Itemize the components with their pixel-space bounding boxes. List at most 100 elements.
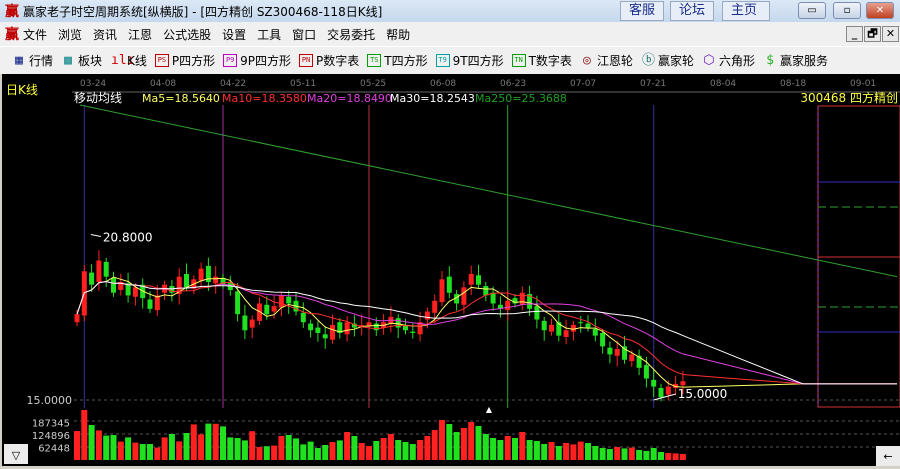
volume-bar xyxy=(183,433,190,460)
toolbar-blocks-button[interactable]: ▩ 板块 xyxy=(61,52,102,69)
menu-browse[interactable]: 浏览 xyxy=(58,26,82,43)
toolbar-label: 9T四方形 xyxy=(452,54,504,68)
candle-body xyxy=(483,286,489,296)
candle-body xyxy=(461,287,467,305)
customer-service-link[interactable]: 客服 xyxy=(620,1,665,21)
t9-icon: T9 xyxy=(435,54,450,67)
volume-bar xyxy=(227,437,234,460)
low-label: 15.0000 xyxy=(678,387,728,401)
menu-bar: 赢 文件 浏览 资讯 江恩 公式选股 设置 工具 窗口 交易委托 帮助 xyxy=(0,22,900,46)
date-tick: 04-08 xyxy=(150,79,176,89)
candle-body xyxy=(592,328,598,336)
volume-bar xyxy=(336,440,343,460)
menu-gann[interactable]: 江恩 xyxy=(128,26,152,43)
date-tick: 07-21 xyxy=(640,79,666,89)
indicator-title: 移动均线 xyxy=(74,91,122,105)
candles-icon: ılı xyxy=(111,53,135,68)
toolbar-dollar-button[interactable]: $ 赢家服务 xyxy=(763,52,828,69)
menu-file[interactable]: 文件 xyxy=(23,26,47,43)
toolbar-hexagon-button[interactable]: ⬡ 六角形 xyxy=(702,52,755,69)
toolbar-candles-button[interactable]: ılı K线 xyxy=(110,52,147,69)
menu-help[interactable]: 帮助 xyxy=(386,26,410,43)
toolbar-pn-button[interactable]: PN P数字表 xyxy=(299,52,359,69)
candle-body xyxy=(607,347,613,355)
ps-icon: PS xyxy=(154,54,169,67)
candle-body xyxy=(643,365,649,379)
volume-bar xyxy=(329,442,336,460)
candle-body xyxy=(570,324,576,332)
volume-bar xyxy=(81,410,88,460)
forum-link[interactable]: 论坛 xyxy=(670,1,715,21)
volume-bar xyxy=(650,448,657,460)
toolbar-gann-wheel-button[interactable]: ◎ 江恩轮 xyxy=(580,52,633,69)
candle-body xyxy=(410,331,416,333)
date-tick: 05-25 xyxy=(360,79,386,89)
volume-bar xyxy=(614,447,621,460)
menu-trade[interactable]: 交易委托 xyxy=(327,26,375,43)
volume-bar xyxy=(176,441,183,460)
candle-body xyxy=(286,296,292,304)
candle-body xyxy=(651,379,657,387)
cursor-marker: ▲ xyxy=(486,405,493,414)
toolbar-label: P数字表 xyxy=(316,54,360,68)
menu-settings[interactable]: 设置 xyxy=(222,26,246,43)
volume-bar xyxy=(103,435,110,460)
minimize-button[interactable]: ▭ xyxy=(798,2,826,19)
toolbar-ps-button[interactable]: PS P四方形 xyxy=(154,52,215,69)
candle-body xyxy=(322,334,328,339)
candle-body xyxy=(541,320,547,331)
candle-body xyxy=(600,332,606,347)
candle-body xyxy=(96,260,102,282)
volume-axis-label: 62448 xyxy=(38,444,70,455)
candle-body xyxy=(614,349,620,356)
toolbar-label: T四方形 xyxy=(384,54,428,68)
toolbar-p9-button[interactable]: P9 9P四方形 xyxy=(223,52,291,69)
ma250-line xyxy=(79,104,898,278)
volume-bar xyxy=(468,422,475,460)
volume-bar xyxy=(431,430,438,460)
toolbar-ts-button[interactable]: TS T四方形 xyxy=(367,52,428,69)
candle-body xyxy=(578,322,584,324)
grid-icon: ▦ xyxy=(15,53,23,68)
volume-bar xyxy=(322,445,329,460)
candle-body xyxy=(111,277,116,293)
volume-bar xyxy=(263,446,270,460)
close-button[interactable]: ✕ xyxy=(866,2,894,19)
date-tick: 08-04 xyxy=(710,79,736,89)
candle-body xyxy=(235,291,241,315)
volume-bar xyxy=(533,441,540,460)
volume-bar xyxy=(380,438,387,460)
stock-label: 300468 四方精创 xyxy=(800,90,898,105)
mdi-minimize-button[interactable]: _ xyxy=(846,26,863,42)
volume-bar xyxy=(475,426,482,460)
kline-chart[interactable]: 03-24 04-08 04-22 05-11 05-25 06-08 06-23 07-07… xyxy=(2,74,900,466)
volume-bar xyxy=(628,447,635,460)
mdi-close-button[interactable]: ✕ xyxy=(882,26,899,42)
menu-news[interactable]: 资讯 xyxy=(93,26,117,43)
volume-bar xyxy=(190,424,197,460)
candle-body xyxy=(395,318,401,328)
homepage-link[interactable]: 主页 xyxy=(722,1,770,21)
maximize-button[interactable]: ▫ xyxy=(833,2,861,19)
menu-formula[interactable]: 公式选股 xyxy=(163,26,211,43)
date-tick: 07-07 xyxy=(570,79,596,89)
candle-body xyxy=(74,314,80,323)
volume-bar xyxy=(679,454,686,460)
volume-bar xyxy=(592,446,599,460)
volume-bar xyxy=(293,438,299,460)
menu-window[interactable]: 窗口 xyxy=(292,26,316,43)
candle-body xyxy=(89,272,95,285)
toolbar-tn-button[interactable]: TN T数字表 xyxy=(511,52,572,69)
candle-body xyxy=(665,386,671,395)
volume-bar xyxy=(606,449,613,460)
volume-bar xyxy=(387,434,394,460)
volume-bar xyxy=(198,434,205,460)
volume-bar xyxy=(665,453,672,460)
toolbar-big-wheel-button[interactable]: ⓑ 赢家轮 xyxy=(641,52,694,69)
candle-body xyxy=(534,306,540,320)
toolbar-grid-button[interactable]: ▦ 行情 xyxy=(12,52,53,69)
mdi-restore-button[interactable]: 🗗 xyxy=(864,26,881,42)
menu-tools[interactable]: 工具 xyxy=(257,26,281,43)
candle-body xyxy=(519,292,525,305)
toolbar-t9-button[interactable]: T9 9T四方形 xyxy=(435,52,504,69)
